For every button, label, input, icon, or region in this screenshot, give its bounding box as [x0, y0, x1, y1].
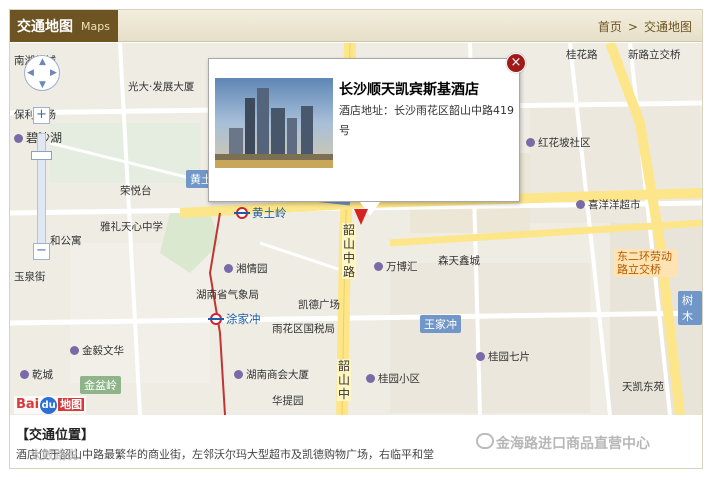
- road-badge-wangjiachong: 王家冲: [420, 315, 461, 333]
- map-label-xiangqing: 湘情园: [224, 261, 268, 276]
- header-tab: 交通地图 Maps: [10, 10, 118, 42]
- poi-icon: [234, 370, 243, 379]
- map-label-sentian: 森天鑫城: [438, 255, 480, 267]
- map-label-huati: 华提园: [272, 395, 304, 407]
- info-text: 酒店位于韶山中路最繁华的商业街，左邻沃尔玛大型超市及凯德购物广场，右临平和堂: [16, 448, 434, 461]
- pan-down-icon[interactable]: ▼: [39, 80, 46, 90]
- metro-icon: [234, 207, 250, 219]
- map-label-xiyangyang: 喜洋洋超市: [576, 197, 641, 212]
- poi-icon: [70, 346, 79, 355]
- map-label-guihua: 桂花路: [566, 49, 598, 61]
- metro-station-huangtuling[interactable]: 黄土岭: [234, 205, 287, 221]
- poi-icon: [224, 264, 233, 273]
- metro-icon: [208, 313, 224, 325]
- map-label-wanbohui: 万博汇: [374, 259, 418, 274]
- breadcrumb: 首页 > 交通地图: [595, 18, 695, 35]
- zoom-in-button[interactable]: +: [33, 107, 50, 124]
- map-label-qiancheng: 乾城: [20, 367, 53, 382]
- pan-control[interactable]: ▲ ▼ ◀ ▶: [24, 55, 60, 91]
- hotel-title: 长沙顺天凯宾斯基酒店: [339, 82, 479, 98]
- map-label-guangda: 光大·发展大厦: [128, 81, 195, 93]
- panel-header: 交通地图 Maps 首页 > 交通地图: [10, 10, 702, 42]
- map-label-erhuan: 东二环劳动路立交桥: [614, 249, 678, 277]
- map-label-tianji: 天凯东苑: [622, 381, 664, 393]
- breadcrumb-home-link[interactable]: 首页: [598, 20, 622, 34]
- poi-icon: [526, 138, 535, 147]
- map-label-guiyuan7: 桂园七片: [476, 349, 530, 364]
- poi-icon: [374, 262, 383, 271]
- location-marker-icon[interactable]: [354, 209, 368, 225]
- watermark-right: 金海路进口商品直营中心: [496, 436, 650, 452]
- map-label-yali: 雅礼天心中学: [100, 221, 163, 233]
- map-label-guiyuan-xiaoqu: 桂园小区: [366, 371, 420, 386]
- pan-right-icon[interactable]: ▶: [50, 68, 57, 78]
- map-label-gas: 湖南省气象局: [196, 289, 259, 301]
- road-badge-jinpen: 金盆岭: [80, 376, 121, 394]
- poi-icon: [366, 374, 375, 383]
- map-label-rongyuetai: 荣悦台: [120, 185, 152, 197]
- poi-icon: [14, 134, 23, 143]
- hotel-info-window: 长沙顺天凯宾斯基酒店 酒店地址：长沙雨花区韶山中路419号: [208, 58, 520, 216]
- breadcrumb-separator: >: [627, 20, 638, 34]
- hotel-photo: [215, 78, 333, 168]
- map-panel: 交通地图 Maps 首页 > 交通地图 光大·发展大厦 黄土 荣悦台 雅礼天心中…: [9, 9, 703, 469]
- breadcrumb-current[interactable]: 交通地图: [644, 20, 692, 34]
- hotel-photo-illustration: [215, 88, 333, 168]
- zoom-slider-handle[interactable]: [31, 151, 52, 160]
- wechat-icon: [476, 433, 494, 449]
- road-badge-shumu: 树木: [678, 291, 702, 325]
- map-label-kaide: 凯德广场: [298, 299, 340, 311]
- pan-up-icon[interactable]: ▲: [39, 57, 46, 67]
- map-label-commerce: 湖南商会大厦: [234, 367, 309, 382]
- baidu-map[interactable]: 南湖新城 光大·发展大厦 保利广场 碧沙湖 黄土 荣悦台 雅礼天心中学 和公寓 …: [10, 43, 702, 415]
- poi-icon: [20, 370, 29, 379]
- map-label-xinlu: 新路立交桥: [628, 49, 681, 61]
- poi-icon: [576, 200, 585, 209]
- zoom-out-button[interactable]: −: [33, 243, 50, 260]
- road-label-shaoshan-2: 韶山中: [337, 359, 351, 401]
- baidu-map-logo: Bai du 地图: [14, 396, 87, 414]
- tab-subtitle: Maps: [81, 19, 110, 33]
- pan-left-icon[interactable]: ◀: [27, 68, 34, 78]
- map-label-jinyi: 金毅文华: [70, 343, 124, 358]
- tab-title: 交通地图: [17, 19, 73, 35]
- hotel-address: 酒店地址：长沙雨花区韶山中路419号: [339, 104, 514, 137]
- map-label-honghua: 红花坡社区: [526, 135, 591, 150]
- map-label-yuhua-tax: 雨花区国税局: [272, 323, 335, 335]
- zoom-control: ▲ ▼ ◀ ▶ + −: [24, 55, 60, 285]
- metro-station-tujiachong[interactable]: 涂家冲: [208, 311, 261, 327]
- close-icon[interactable]: ×: [506, 53, 526, 73]
- poi-icon: [476, 352, 485, 361]
- watermark-left: 太败路说: [30, 448, 79, 462]
- road-label-shaoshan: 韶山中路: [342, 223, 356, 279]
- info-title: 【交通位置】: [16, 428, 95, 443]
